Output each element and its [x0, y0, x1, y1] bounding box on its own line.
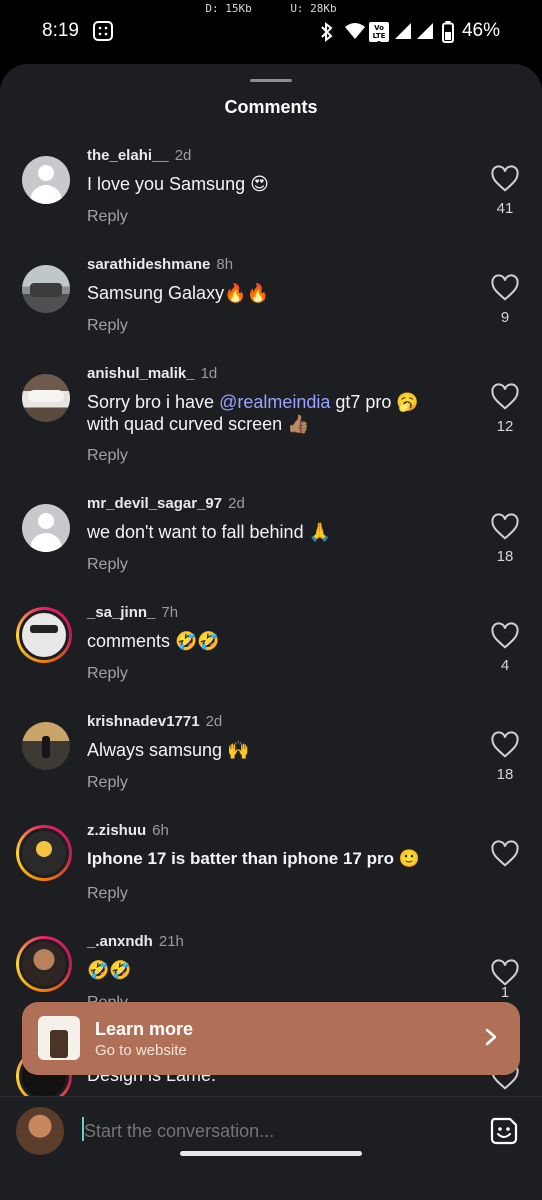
volte-icon: Vo LTE 2: [369, 22, 389, 48]
ad-banner[interactable]: Learn more Go to website: [22, 1002, 520, 1075]
download-speed: D: 15Kb: [205, 2, 252, 15]
comment-text: Iphone 17 is batter than iphone 17 pro 🙂: [87, 849, 420, 868]
comment-time: 2d: [228, 495, 245, 512]
comment-username[interactable]: z.zishuu 6h: [87, 822, 169, 839]
comment-input-bar: [0, 1096, 542, 1200]
comment-text: Always samsung 🙌: [87, 740, 250, 760]
comments-sheet: Comments the_elahi__ 2d I love you Samsun…: [0, 64, 542, 1200]
like-count: 12: [496, 418, 514, 435]
battery-icon: [442, 21, 454, 48]
reply-button[interactable]: Reply: [87, 885, 128, 903]
upload-speed: U: 28Kb: [290, 2, 337, 15]
comment-item: the_elahi__ 2d I love you Samsung 😍 Reply…: [0, 147, 542, 225]
heart-icon[interactable]: [490, 164, 520, 194]
comment-username[interactable]: _.anxndh 21h: [87, 933, 184, 950]
battery-percentage: 46%: [461, 20, 500, 41]
reply-button[interactable]: Reply: [87, 665, 128, 683]
comment-time: 6h: [152, 822, 169, 839]
heart-icon[interactable]: [490, 839, 520, 869]
reply-button[interactable]: Reply: [87, 447, 128, 465]
comment-text: I love you Samsung 😍: [87, 174, 269, 194]
like-count: 41: [496, 200, 514, 217]
ad-subtitle: Go to website: [95, 1042, 187, 1059]
comment-text: Sorry bro i have @realmeindia gt7 pro 🥱 …: [87, 392, 419, 434]
ad-title: Learn more: [95, 1019, 194, 1039]
like-count: 9: [500, 309, 510, 326]
avatar[interactable]: [22, 374, 70, 422]
wifi-icon: [344, 22, 366, 45]
heart-icon[interactable]: [490, 382, 520, 412]
comment-time: 8h: [216, 256, 234, 273]
comment-time: 7h: [161, 604, 179, 621]
like-count: 18: [496, 766, 514, 783]
signal-icon-1: [394, 22, 412, 45]
comment-text: 🤣🤣: [87, 960, 132, 980]
current-user-avatar: [16, 1107, 64, 1155]
mention-link[interactable]: @realmeindia: [219, 392, 330, 412]
signal-icon-2: [416, 22, 434, 45]
comment-username[interactable]: sarathideshmane 8h: [87, 256, 233, 273]
heart-icon[interactable]: [490, 621, 520, 651]
ad-thumbnail: [38, 1016, 80, 1060]
comment-text: comments 🤣🤣: [87, 631, 220, 651]
drag-handle[interactable]: [250, 79, 292, 82]
comment-username[interactable]: krishnadev1771 2d: [87, 713, 222, 730]
comment-item: mr_devil_sagar_97 2d we don't want to fal…: [0, 495, 542, 573]
comment-time: 1d: [200, 365, 218, 382]
reply-button[interactable]: Reply: [87, 208, 128, 226]
avatar-story-ring[interactable]: [16, 936, 72, 992]
comment-username[interactable]: _sa_jinn_ 7h: [87, 604, 178, 621]
calculator-icon: [93, 21, 113, 46]
heart-icon[interactable]: [490, 512, 520, 542]
avatar-story-ring[interactable]: [16, 825, 72, 881]
sheet-title: Comments: [224, 97, 318, 117]
avatar[interactable]: [22, 504, 70, 552]
like-count: 18: [496, 548, 514, 565]
clock: 8:19: [42, 20, 79, 41]
comment-username[interactable]: mr_devil_sagar_97 2d: [87, 495, 245, 512]
heart-icon[interactable]: [490, 273, 520, 303]
reply-button[interactable]: Reply: [87, 317, 128, 335]
comment-username[interactable]: the_elahi__ 2d: [87, 147, 191, 164]
like-count: 4: [500, 657, 510, 674]
home-indicator[interactable]: [180, 1151, 362, 1156]
comment-time: 2d: [174, 147, 192, 164]
comment-text: we don't want to fall behind 🙏: [87, 522, 331, 542]
reply-button[interactable]: Reply: [87, 774, 128, 792]
comment-text: Samsung Galaxy🔥🔥: [87, 283, 269, 303]
network-speed: D: 15Kb U: 28Kb: [0, 2, 542, 15]
comment-username[interactable]: anishul_malik_ 1d: [87, 365, 217, 382]
chevron-right-icon[interactable]: [484, 1027, 498, 1053]
avatar[interactable]: [22, 265, 70, 313]
like-count: 1: [500, 984, 510, 1001]
status-bar: D: 15Kb U: 28Kb 8:19 Vo LTE 2 46%: [0, 0, 542, 64]
reply-button[interactable]: Reply: [87, 556, 128, 574]
heart-icon[interactable]: [490, 730, 520, 760]
sticker-icon[interactable]: [488, 1115, 520, 1147]
comment-time: 2d: [205, 713, 223, 730]
comment-input[interactable]: [82, 1115, 466, 1147]
comment-time: 21h: [158, 933, 184, 950]
avatar-story-ring[interactable]: [16, 607, 72, 663]
bluetooth-icon: [320, 21, 334, 47]
avatar[interactable]: [22, 722, 70, 770]
avatar[interactable]: [22, 156, 70, 204]
